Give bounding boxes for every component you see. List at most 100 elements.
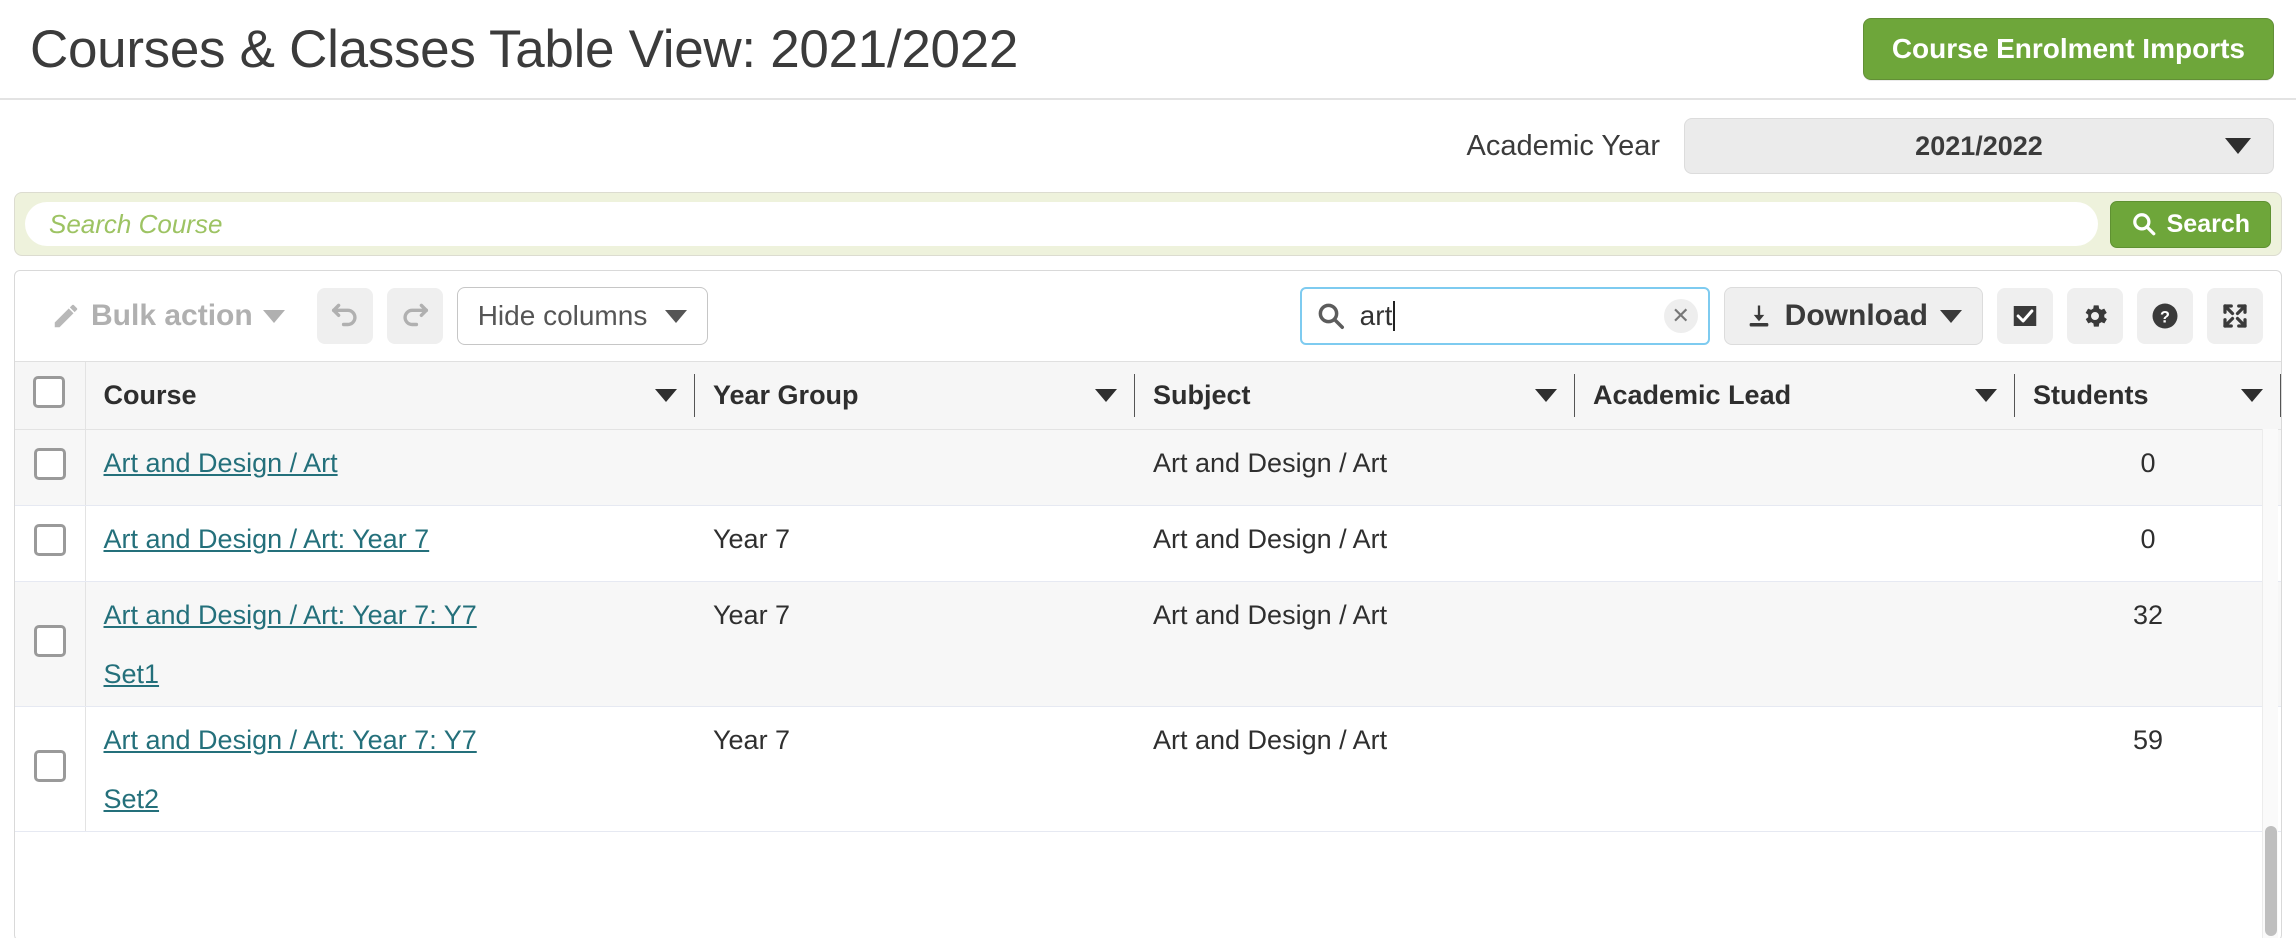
column-label-academic-lead: Academic Lead: [1593, 380, 1791, 411]
chevron-down-icon: [263, 310, 285, 323]
chevron-down-icon: [2225, 138, 2251, 154]
column-label-subject: Subject: [1153, 380, 1251, 411]
cell-year-group: [695, 430, 1135, 506]
download-label: Download: [1785, 299, 1928, 333]
page-title: Courses & Classes Table View: 2021/2022: [30, 19, 1018, 80]
cell-subject: Art and Design / Art: [1135, 707, 1575, 832]
cell-subject: Art and Design / Art: [1135, 430, 1575, 506]
download-dropdown[interactable]: Download: [1724, 287, 1983, 345]
table-row[interactable]: Art and Design / Art: Year 7: Y7Set2 Yea…: [15, 707, 2281, 832]
undo-button[interactable]: [317, 288, 373, 344]
table-search-input[interactable]: art: [1360, 300, 1650, 332]
column-header-course[interactable]: Course: [85, 362, 695, 430]
course-link[interactable]: Art and Design / Art: Year 7: Y7Set1: [104, 600, 678, 688]
column-label-year-group: Year Group: [713, 380, 859, 411]
cell-course: Art and Design / Art: Year 7: Y7Set2: [85, 707, 695, 832]
course-search-bar: Search: [14, 192, 2282, 256]
table-search-field[interactable]: art ✕: [1300, 287, 1710, 345]
search-icon: [2131, 211, 2157, 237]
chevron-down-icon[interactable]: [1095, 389, 1117, 402]
course-link[interactable]: Art and Design / Art: [104, 448, 338, 478]
table-toolbar: Bulk action Hide columns: [15, 271, 2281, 361]
svg-text:?: ?: [2160, 308, 2170, 326]
chevron-down-icon[interactable]: [2241, 389, 2263, 402]
help-button[interactable]: ?: [2137, 288, 2193, 344]
table-row[interactable]: Art and Design / Art: Year 7 Year 7 Art …: [15, 506, 2281, 582]
row-checkbox[interactable]: [34, 448, 66, 480]
column-header-students[interactable]: Students: [2015, 362, 2281, 430]
settings-button[interactable]: [2067, 288, 2123, 344]
academic-year-select[interactable]: 2021/2022: [1684, 118, 2274, 174]
column-header-subject[interactable]: Subject: [1135, 362, 1575, 430]
table-panel: Bulk action Hide columns: [14, 270, 2282, 938]
cell-course: Art and Design / Art: [85, 430, 695, 506]
column-header-year-group[interactable]: Year Group: [695, 362, 1135, 430]
column-resize-handle[interactable]: [2280, 374, 2281, 417]
bulk-action-dropdown[interactable]: Bulk action: [33, 299, 303, 333]
cell-year-group: Year 7: [695, 582, 1135, 707]
select-all-checkbox[interactable]: [33, 376, 65, 408]
hide-columns-dropdown[interactable]: Hide columns: [457, 287, 709, 345]
cell-academic-lead: [1575, 707, 2015, 832]
gear-icon: [2080, 301, 2110, 331]
cell-students: 32: [2015, 582, 2281, 707]
pencil-icon: [51, 301, 81, 331]
table-header-row: Course Year Group Su: [15, 362, 2281, 430]
course-link[interactable]: Art and Design / Art: Year 7: [104, 524, 430, 554]
undo-icon: [328, 299, 362, 333]
course-link[interactable]: Art and Design / Art: Year 7: Y7Set2: [104, 725, 678, 813]
table-row[interactable]: Art and Design / Art: Year 7: Y7Set1 Yea…: [15, 582, 2281, 707]
checkbox-ticked-icon: [2010, 301, 2040, 331]
hide-columns-label: Hide columns: [478, 300, 648, 332]
expand-arrows-icon: [2220, 301, 2250, 331]
select-rows-button[interactable]: [1997, 288, 2053, 344]
scrollbar-thumb[interactable]: [2265, 826, 2277, 936]
chevron-down-icon[interactable]: [655, 389, 677, 402]
text-cursor: [1393, 301, 1395, 331]
table-head: Course Year Group Su: [15, 362, 2281, 430]
row-checkbox[interactable]: [34, 750, 66, 782]
row-checkbox[interactable]: [34, 625, 66, 657]
search-button-label: Search: [2167, 210, 2250, 239]
cell-year-group: Year 7: [695, 707, 1135, 832]
clear-search-button[interactable]: ✕: [1664, 299, 1698, 333]
cell-year-group: Year 7: [695, 506, 1135, 582]
cell-academic-lead: [1575, 582, 2015, 707]
cell-students: 0: [2015, 506, 2281, 582]
column-label-course: Course: [104, 380, 197, 411]
cell-course: Art and Design / Art: Year 7: Y7Set1: [85, 582, 695, 707]
chevron-down-icon[interactable]: [1535, 389, 1557, 402]
cell-subject: Art and Design / Art: [1135, 582, 1575, 707]
academic-year-row: Academic Year 2021/2022: [0, 100, 2296, 192]
bulk-action-label: Bulk action: [91, 299, 253, 333]
select-all-header: [15, 362, 85, 430]
redo-button[interactable]: [387, 288, 443, 344]
chevron-down-icon: [665, 310, 687, 323]
search-button[interactable]: Search: [2110, 201, 2271, 248]
table-scroll-region: Course Year Group Su: [15, 361, 2281, 938]
row-select-cell: [15, 582, 85, 707]
cell-students: 0: [2015, 430, 2281, 506]
column-label-students: Students: [2033, 380, 2149, 411]
download-icon: [1745, 302, 1773, 330]
question-mark-icon: ?: [2150, 301, 2180, 331]
cell-academic-lead: [1575, 506, 2015, 582]
row-select-cell: [15, 506, 85, 582]
fullscreen-button[interactable]: [2207, 288, 2263, 344]
courses-table: Course Year Group Su: [15, 362, 2281, 832]
table-row[interactable]: Art and Design / Art Art and Design / Ar…: [15, 430, 2281, 506]
cell-students: 59: [2015, 707, 2281, 832]
course-enrolment-imports-button[interactable]: Course Enrolment Imports: [1863, 18, 2274, 80]
cell-course: Art and Design / Art: Year 7: [85, 506, 695, 582]
chevron-down-icon[interactable]: [1975, 389, 1997, 402]
column-header-academic-lead[interactable]: Academic Lead: [1575, 362, 2015, 430]
row-checkbox[interactable]: [34, 524, 66, 556]
row-select-cell: [15, 707, 85, 832]
search-icon: [1316, 301, 1346, 331]
search-course-input[interactable]: [25, 202, 2098, 246]
table-body: Art and Design / Art Art and Design / Ar…: [15, 430, 2281, 832]
table-vertical-scrollbar[interactable]: [2262, 429, 2278, 938]
academic-year-value: 2021/2022: [1915, 131, 2043, 162]
cell-academic-lead: [1575, 430, 2015, 506]
redo-icon: [398, 299, 432, 333]
